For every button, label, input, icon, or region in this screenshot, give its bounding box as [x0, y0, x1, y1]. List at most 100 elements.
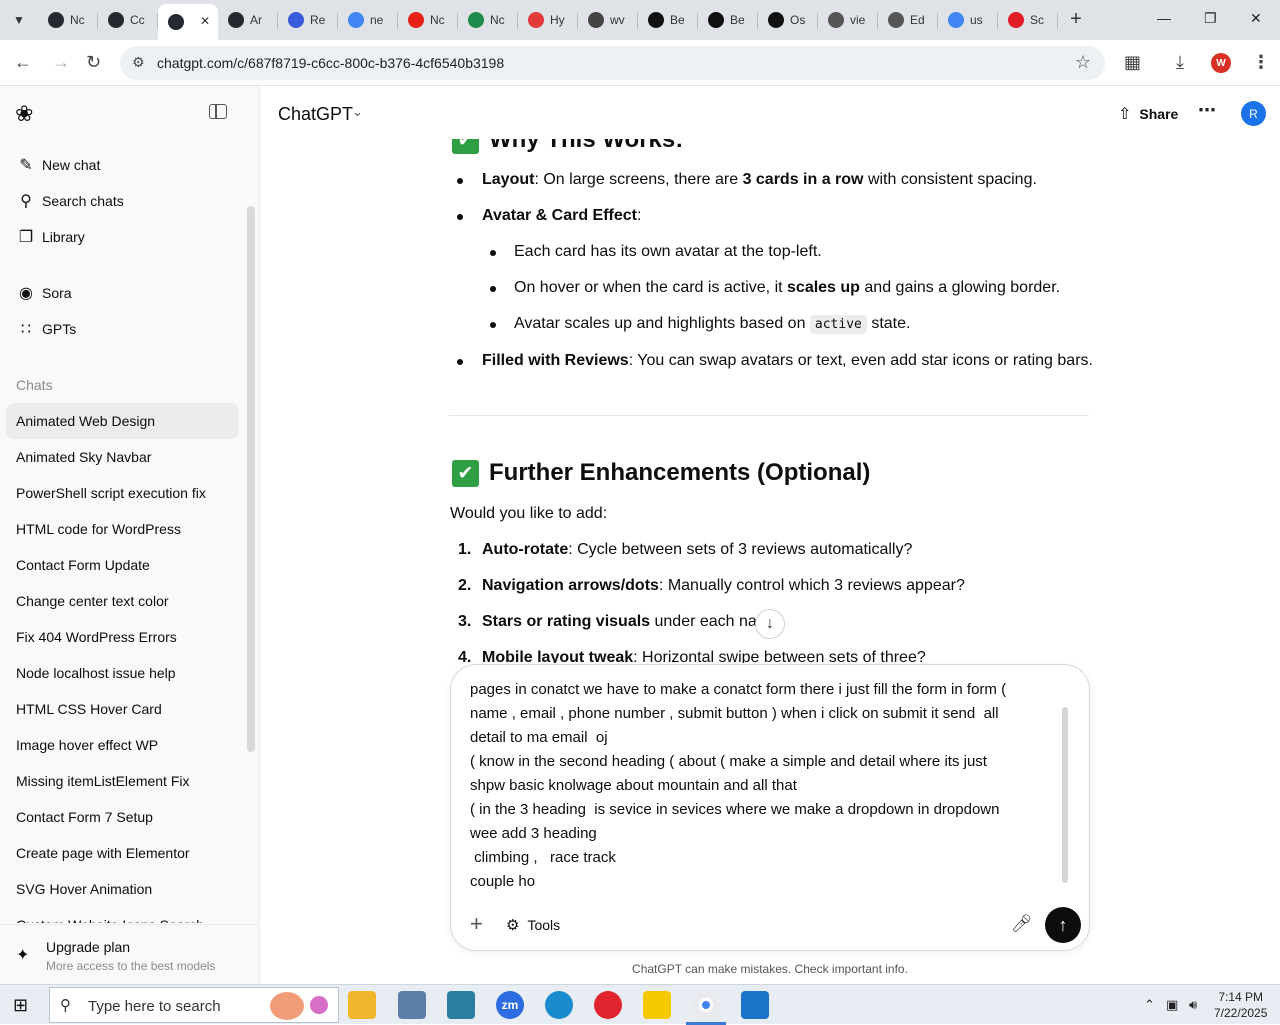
sticky-notes-icon[interactable] — [643, 991, 671, 1019]
prompt-line: detail to ma email oj — [470, 729, 608, 746]
browser-tab[interactable]: Be — [698, 4, 758, 36]
tray-chevron-up-icon[interactable]: ⌃ — [1144, 997, 1155, 1013]
browser-tab[interactable]: Ed — [878, 4, 938, 36]
chat-history-item[interactable]: Animated Web Design — [6, 403, 239, 439]
chat-history-item[interactable]: Node localhost issue help — [6, 655, 239, 691]
browser-tab[interactable]: Nc — [38, 4, 98, 36]
browser-tab[interactable]: wv — [578, 4, 638, 36]
attach-plus-icon[interactable]: + — [470, 911, 483, 937]
chat-history-item[interactable]: Fix 404 WordPress Errors — [6, 619, 239, 655]
model-selector[interactable]: ChatGPT — [278, 104, 353, 125]
conversation-content: ✔ Why This Works: Layout: On large screen… — [261, 139, 1265, 663]
prompt-textarea[interactable]: pages in conatct we have to make a conat… — [470, 678, 1060, 898]
network-icon[interactable]: ▣ — [1166, 997, 1178, 1013]
browser-menu-icon[interactable]: ⋮ — [1252, 52, 1270, 73]
chat-history-item[interactable]: SVG Hover Animation — [6, 871, 239, 907]
download-icon[interactable]: ⤓ — [1176, 52, 1184, 73]
opera-icon[interactable] — [594, 991, 622, 1019]
chrome-icon[interactable] — [692, 991, 720, 1019]
zoom-icon[interactable]: zm — [496, 991, 524, 1019]
sidebar-item-new-chat[interactable]: ✎ New chat — [16, 155, 100, 175]
file-explorer-icon[interactable] — [348, 991, 376, 1019]
browser-tab[interactable]: Nc — [398, 4, 458, 36]
bookmark-star-icon[interactable]: ☆ — [1075, 52, 1091, 73]
composer-scrollbar[interactable] — [1062, 707, 1068, 883]
edge-icon[interactable] — [545, 991, 573, 1019]
sidebar-item-sora[interactable]: ◉ Sora — [16, 283, 72, 303]
chat-history-item[interactable]: HTML code for WordPress — [6, 511, 239, 547]
sub-item-active: Avatar scales up and highlights based on… — [514, 315, 911, 334]
message-composer[interactable]: pages in conatct we have to make a conat… — [450, 664, 1090, 951]
openai-logo-icon[interactable]: ❀ — [15, 101, 33, 127]
edge-icon — [888, 12, 904, 28]
browser-tab[interactable]: Cc — [98, 4, 158, 36]
chat-history-item[interactable]: Animated Sky Navbar — [6, 439, 239, 475]
browser-tab[interactable]: ✕ — [158, 4, 218, 40]
browser-tab[interactable]: Ar — [218, 4, 278, 36]
url-text[interactable]: chatgpt.com/c/687f8719-c6cc-800c-b376-4c… — [157, 55, 504, 71]
tab-close-icon[interactable]: ✕ — [200, 14, 210, 28]
browser-tab[interactable]: us — [938, 4, 998, 36]
sub-item-hover: On hover or when the card is active, it … — [514, 279, 1061, 296]
list-number: 4. — [458, 649, 472, 663]
share-button[interactable]: ⇧ Share — [1118, 104, 1178, 124]
tab-label: Re — [310, 13, 326, 27]
browser-tab[interactable]: Be — [638, 4, 698, 36]
site-info-icon[interactable]: ⚙ — [132, 54, 145, 71]
send-button[interactable]: ↑ — [1045, 907, 1081, 943]
forward-arrow-icon[interactable]: → — [52, 52, 70, 73]
sidebar-item-gpts[interactable]: ∷ GPTs — [16, 319, 76, 339]
browser-tab[interactable]: ne — [338, 4, 398, 36]
browser-tab[interactable]: Nc — [458, 4, 518, 36]
app-icon-3[interactable] — [447, 991, 475, 1019]
youtube-icon — [408, 12, 424, 28]
chat-history-item[interactable]: Create page with Elementor — [6, 835, 239, 871]
upgrade-plan-button[interactable]: ✦ Upgrade plan More access to the best m… — [0, 924, 259, 984]
chat-history-item[interactable]: Change center text color — [6, 583, 239, 619]
minimize-icon[interactable]: — — [1157, 10, 1171, 26]
sidebar-item-search-chats[interactable]: ⚲ Search chats — [16, 191, 124, 211]
prompt-line: shpw basic knolwage about mountain and a… — [470, 777, 797, 794]
app-icon-2[interactable] — [398, 991, 426, 1019]
vscode-icon[interactable] — [741, 991, 769, 1019]
address-bar[interactable]: ⚙ chatgpt.com/c/687f8719-c6cc-800c-b376-… — [120, 46, 1105, 80]
chat-history-item[interactable]: Missing itemListElement Fix — [6, 763, 239, 799]
new-tab-plus-icon[interactable]: + — [1066, 8, 1086, 31]
bullet — [457, 359, 463, 365]
taskbar-clock[interactable]: 7:14 PM 7/22/2025 — [1214, 989, 1267, 1021]
reload-icon[interactable]: ↻ — [86, 52, 101, 73]
chat-history-item[interactable]: Contact Form Update — [6, 547, 239, 583]
volume-icon[interactable]: 🔊︎ — [1189, 997, 1197, 1013]
chat-history-item[interactable]: Custom Website Icons Search — [6, 907, 239, 923]
scroll-down-arrow-icon[interactable]: ↓ — [755, 609, 785, 639]
restore-icon[interactable]: ❐ — [1204, 10, 1217, 27]
sidebar-toggle-icon[interactable] — [209, 104, 227, 119]
browser-tab[interactable]: vie — [818, 4, 878, 36]
chat-history-item[interactable]: HTML CSS Hover Card — [6, 691, 239, 727]
enhancement-item: Stars or rating visuals under each nam — [482, 613, 771, 630]
chat-history-item[interactable]: Contact Form 7 Setup — [6, 799, 239, 835]
browser-tab[interactable]: Re — [278, 4, 338, 36]
browser-tab[interactable]: Os — [758, 4, 818, 36]
prompt-line: ( in the 3 heading is sevice in sevices … — [470, 801, 1000, 818]
more-options-icon[interactable]: ⋯ — [1198, 100, 1216, 121]
back-arrow-icon[interactable]: ← — [14, 52, 32, 73]
chevron-down-icon[interactable]: ⌄ — [352, 104, 363, 120]
chat-history-item[interactable]: PowerShell script execution fix — [6, 475, 239, 511]
user-avatar[interactable]: R — [1241, 101, 1266, 126]
browser-profile-avatar[interactable]: W — [1211, 53, 1231, 73]
windows-start-icon[interactable]: ⊞ — [13, 995, 28, 1016]
sidebar-scrollbar[interactable] — [247, 206, 255, 752]
browser-tab[interactable]: Hy — [518, 4, 578, 36]
window-close-icon[interactable]: ✕ — [1250, 10, 1262, 27]
checkmark-icon: ✔ — [452, 460, 479, 488]
sidebar-item-library[interactable]: ❐ Library — [16, 227, 85, 247]
chat-history-item[interactable]: Image hover effect WP — [6, 727, 239, 763]
tools-button[interactable]: ⚙ Tools — [506, 916, 560, 934]
taskbar-search-box[interactable]: ⚲ Type here to search — [49, 987, 339, 1023]
microphone-icon[interactable]: 🎤︎ — [1011, 914, 1033, 934]
wordpress-icon — [468, 12, 484, 28]
tab-search-chevron-icon[interactable]: ▼ — [6, 8, 32, 32]
browser-tab[interactable]: Sc — [998, 4, 1058, 36]
extensions-puzzle-icon[interactable]: ▦ — [1124, 52, 1141, 73]
